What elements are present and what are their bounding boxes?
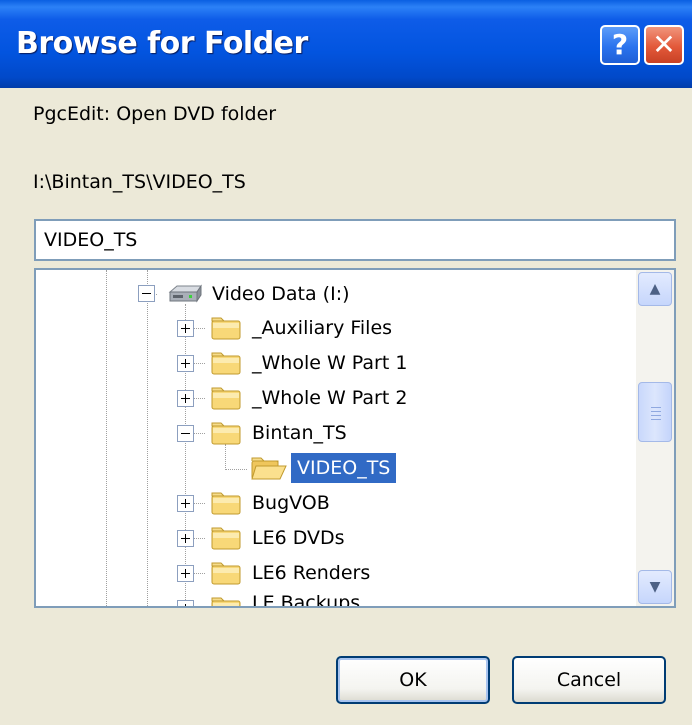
ok-button[interactable]: OK	[336, 656, 490, 704]
folder-icon	[211, 387, 241, 410]
grip-line	[651, 415, 661, 416]
folder-open-icon	[251, 457, 287, 480]
tree-item-video-ts[interactable]: VIDEO_TS	[291, 453, 397, 483]
tree-item-le6-dvds[interactable]: LE6 DVDs	[252, 523, 345, 553]
expand-icon[interactable]	[177, 390, 194, 407]
collapse-icon[interactable]	[177, 425, 194, 442]
close-button[interactable]: ✕	[644, 25, 684, 65]
cancel-button[interactable]: Cancel	[512, 656, 666, 704]
drive-icon	[168, 284, 202, 303]
folder-icon	[211, 352, 241, 375]
tree-item-whole-w-part-2[interactable]: _Whole W Part 2	[252, 383, 407, 413]
current-path: I:\Bintan_TS\VIDEO_TS	[33, 171, 246, 193]
folder-tree[interactable]: Video Data (I:) _Auxiliary Files _Whole …	[34, 268, 676, 608]
grip-line	[651, 411, 661, 412]
window-title: Browse for Folder	[16, 26, 308, 61]
folder-icon	[211, 527, 241, 550]
grip-line	[651, 419, 661, 420]
tree-item-bintan-ts[interactable]: Bintan_TS	[252, 418, 347, 448]
tree-branch-line	[225, 469, 247, 470]
scroll-thumb[interactable]	[638, 382, 672, 442]
folder-icon	[211, 422, 241, 445]
expand-icon[interactable]	[177, 530, 194, 547]
tree-item-bugvob[interactable]: BugVOB	[252, 488, 330, 518]
chevron-down-icon: ▼	[649, 579, 661, 595]
tree-item-whole-w-part-1[interactable]: _Whole W Part 1	[252, 348, 407, 378]
expand-icon[interactable]	[177, 565, 194, 582]
chevron-up-icon: ▲	[649, 281, 661, 297]
folder-icon	[211, 562, 241, 585]
dialog-description: PgcEdit: Open DVD folder	[33, 103, 277, 125]
tree-guide-line	[147, 270, 148, 606]
expand-icon[interactable]	[177, 495, 194, 512]
title-bar[interactable]: Browse for Folder ? ✕	[0, 0, 692, 88]
tree-guide-line	[185, 304, 186, 606]
expand-icon[interactable]	[177, 355, 194, 372]
scroll-up-button[interactable]: ▲	[638, 272, 672, 306]
folder-tree-viewport: Video Data (I:) _Auxiliary Files _Whole …	[36, 270, 636, 606]
tree-guide-line	[225, 444, 226, 470]
tree-guide-line	[106, 270, 107, 606]
folder-icon	[211, 317, 241, 340]
vertical-scrollbar[interactable]: ▲ ▼	[636, 270, 674, 606]
close-icon: ✕	[652, 28, 676, 61]
help-icon: ?	[611, 28, 629, 61]
expand-icon[interactable]	[177, 320, 194, 337]
folder-name-field[interactable]: VIDEO_TS	[34, 219, 676, 261]
expand-icon[interactable]	[177, 600, 194, 606]
grip-line	[651, 407, 661, 408]
help-button[interactable]: ?	[600, 25, 640, 65]
scroll-down-button[interactable]: ▼	[638, 570, 672, 604]
browse-for-folder-dialog: Browse for Folder ? ✕ PgcEdit: Open DVD …	[0, 0, 692, 725]
collapse-icon[interactable]	[138, 285, 155, 302]
tree-item-le-backups[interactable]: LE Backups	[252, 588, 360, 606]
tree-item-le6-renders[interactable]: LE6 Renders	[252, 558, 370, 588]
tree-item-auxiliary-files[interactable]: _Auxiliary Files	[252, 313, 392, 343]
folder-icon	[211, 597, 241, 606]
tree-item-video-data[interactable]: Video Data (I:)	[212, 279, 350, 309]
folder-icon	[211, 492, 241, 515]
